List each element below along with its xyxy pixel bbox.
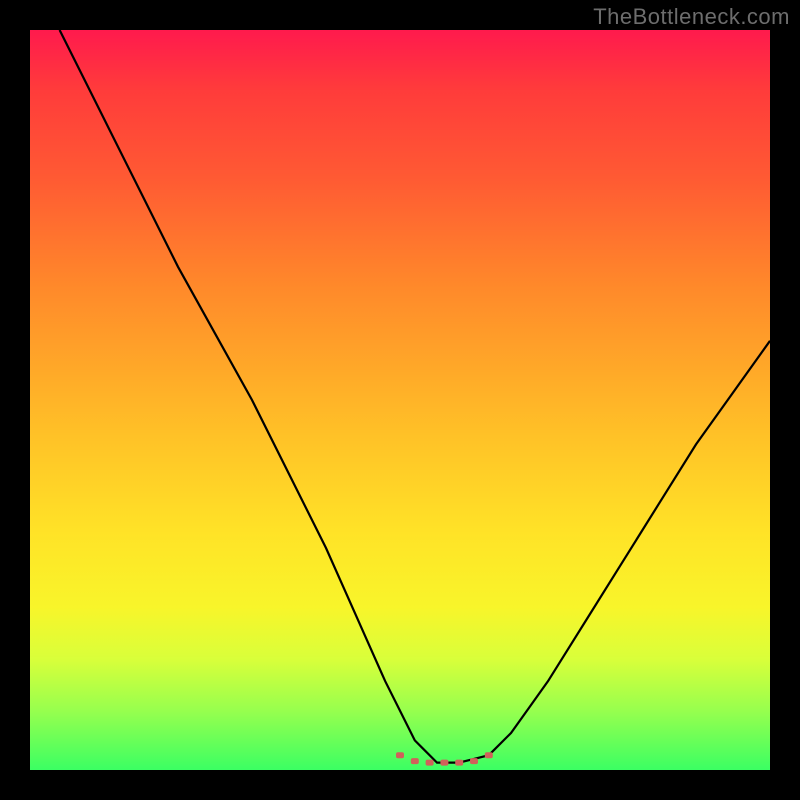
marker-point: [426, 760, 434, 766]
marker-point: [455, 760, 463, 766]
chart-svg: [30, 30, 770, 770]
marker-point: [440, 760, 448, 766]
plot-area: [30, 30, 770, 770]
marker-point: [396, 752, 404, 758]
marker-point: [485, 752, 493, 758]
marker-point: [470, 758, 478, 764]
marker-point: [411, 758, 419, 764]
chart-frame: TheBottleneck.com: [0, 0, 800, 800]
watermark-text: TheBottleneck.com: [593, 4, 790, 30]
bottleneck-curve: [60, 30, 770, 763]
